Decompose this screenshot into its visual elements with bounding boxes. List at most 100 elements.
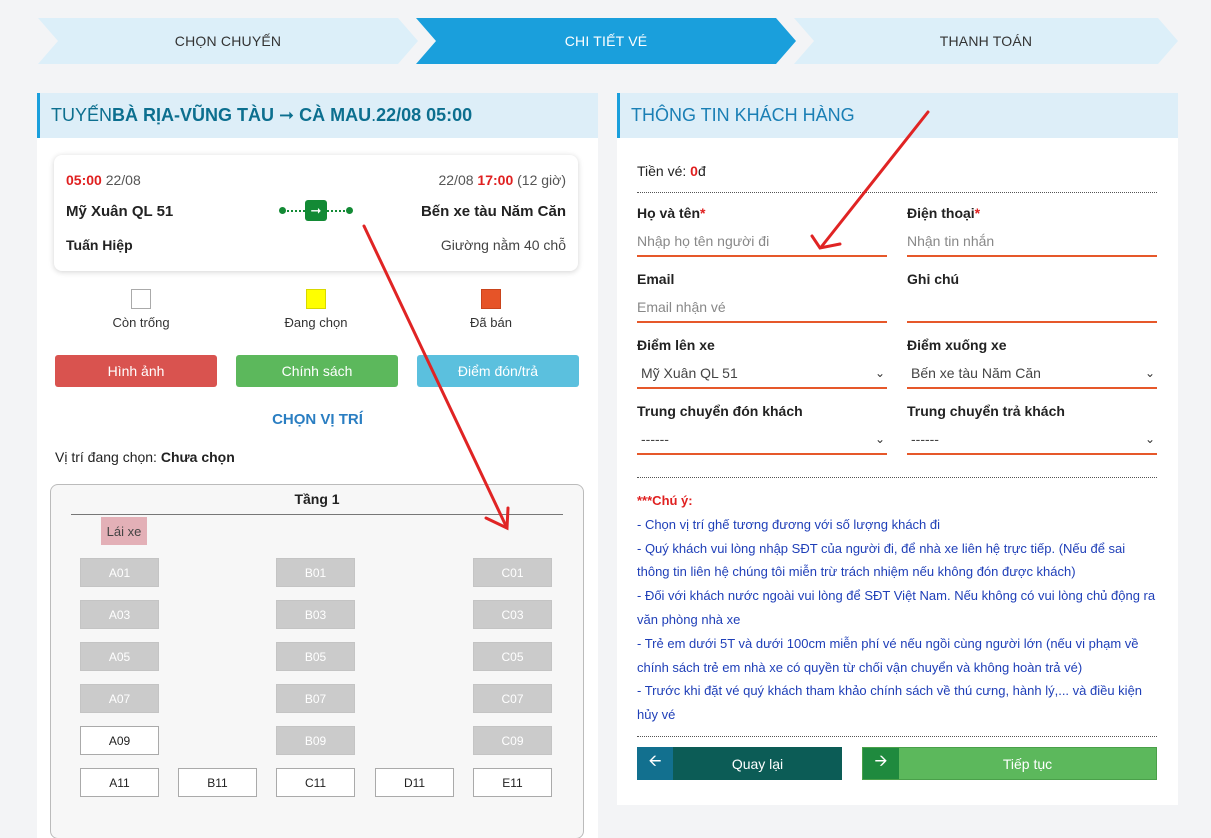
divider — [637, 736, 1157, 737]
route-header: TUYẾN BÀ RỊA-VŨNG TÀU ➞ CÀ MAU. 22/08 05… — [37, 93, 598, 138]
dropoff-point-field: Điểm xuống xe Bến xe tàu Năm Căn ⌄ — [907, 337, 1157, 389]
trip-panel: TUYẾN BÀ RỊA-VŨNG TÀU ➞ CÀ MAU. 22/08 05… — [37, 93, 598, 838]
step-payment[interactable]: THANH TOÁN — [794, 18, 1178, 64]
note-field: Ghi chú — [907, 271, 1157, 323]
note-label: Ghi chú — [907, 271, 960, 287]
trip-card: 05:00 22/08 22/08 17:00 (12 giờ) Mỹ Xuân… — [54, 155, 578, 271]
selected-position: Vị trí đang chọn: Chưa chọn — [55, 449, 235, 465]
dropoff-select[interactable]: Bến xe tàu Năm Căn ⌄ — [907, 359, 1157, 389]
email-label: Email — [637, 271, 675, 287]
route-datetime: 22/08 05:00 — [376, 105, 473, 125]
shuttle-pickup-field: Trung chuyển đón khách ------ ⌄ — [637, 403, 887, 455]
shuttle-dropoff-select[interactable]: ------ ⌄ — [907, 425, 1157, 455]
shuttle-dropoff-field: Trung chuyển trả khách ------ ⌄ — [907, 403, 1157, 455]
trip-duration: (12 giờ) — [517, 172, 566, 188]
divider — [71, 514, 563, 515]
chevron-down-icon: ⌄ — [1144, 366, 1155, 380]
seat-c09: C09 — [473, 726, 552, 755]
shuttle-pickup-select[interactable]: ------ ⌄ — [637, 425, 887, 455]
depart-time: 05:00 — [66, 172, 102, 188]
destination: Bến xe tàu Năm Căn — [420, 202, 566, 220]
seat-a11[interactable]: A11 — [80, 768, 159, 797]
seat-c11[interactable]: C11 — [276, 768, 355, 797]
divider — [637, 477, 1157, 478]
seat-b09: B09 — [276, 726, 355, 755]
name-input[interactable]: Nhập họ tên người đi — [637, 227, 887, 257]
continue-button[interactable]: 🡪 Tiếp tục — [862, 747, 1157, 780]
seat-c05: C05 — [473, 642, 552, 671]
route-icon: ➞ — [279, 199, 353, 223]
arrive-date: 22/08 — [438, 172, 474, 188]
selecting-swatch — [306, 289, 326, 309]
policy-button[interactable]: Chính sách — [236, 355, 398, 387]
divider — [637, 192, 1157, 193]
price-value: 0 — [690, 163, 698, 179]
chevron-down-icon: ⌄ — [1144, 432, 1155, 446]
choose-position-heading: CHỌN VỊ TRÍ — [272, 411, 363, 428]
boarding-label: Điểm lên xe — [637, 337, 715, 353]
selected-position-value: Chưa chọn — [160, 449, 235, 465]
shuttle-pickup-label: Trung chuyển đón khách — [637, 403, 803, 419]
seat-b11[interactable]: B11 — [178, 768, 257, 797]
legend-available: Còn trống — [81, 289, 201, 330]
sold-swatch — [481, 289, 501, 309]
route-name: BÀ RỊA-VŨNG TÀU ➞ CÀ MAU — [112, 105, 372, 125]
notice-box: ***Chú ý: - Chọn vị trí ghế tương đương … — [637, 489, 1159, 727]
seat-map: Tầng 1 Lái xe A01 B01 C01 A03 B03 C03 A0… — [50, 484, 584, 838]
operator: Tuấn Hiệp — [66, 237, 133, 253]
seat-a05: A05 — [80, 642, 159, 671]
phone-field: Điện thoại* Nhận tin nhắn — [907, 205, 1157, 257]
seat-c01: C01 — [473, 558, 552, 587]
images-button[interactable]: Hình ảnh — [55, 355, 217, 387]
seat-a09[interactable]: A09 — [80, 726, 159, 755]
phone-label: Điện thoại — [907, 205, 975, 221]
arrive-time: 17:00 — [477, 172, 514, 188]
notice-line: - Đối với khách nước ngoài vui lòng để S… — [637, 588, 1156, 627]
floor-title: Tầng 1 — [294, 491, 340, 507]
chevron-down-icon: ⌄ — [874, 432, 885, 446]
step-ticket-details[interactable]: CHI TIẾT VÉ — [416, 18, 796, 64]
ticket-price: Tiền vé: 0đ — [637, 163, 706, 179]
seat-b07: B07 — [276, 684, 355, 713]
seat-legend: Còn trống Đang chọn Đã bán — [37, 289, 598, 333]
arrow-right-icon: 🡪 — [863, 748, 899, 779]
name-label: Họ và tên — [637, 205, 701, 221]
seat-a03: A03 — [80, 600, 159, 629]
origin: Mỹ Xuân QL 51 — [66, 202, 174, 220]
email-field: Email Email nhận vé — [637, 271, 887, 323]
seat-a07: A07 — [80, 684, 159, 713]
legend-selecting: Đang chọn — [256, 289, 376, 330]
seat-d11[interactable]: D11 — [375, 768, 454, 797]
boarding-select[interactable]: Mỹ Xuân QL 51 ⌄ — [637, 359, 887, 389]
pickup-dropoff-button[interactable]: Điểm đón/trả — [417, 355, 579, 387]
seat-b03: B03 — [276, 600, 355, 629]
phone-input[interactable]: Nhận tin nhắn — [907, 227, 1157, 257]
arrow-left-icon: 🡨 — [637, 747, 673, 780]
available-swatch — [131, 289, 151, 309]
note-input[interactable] — [907, 293, 1157, 323]
dropoff-label: Điểm xuống xe — [907, 337, 1007, 353]
customer-panel: THÔNG TIN KHÁCH HÀNG Tiền vé: 0đ Họ và t… — [617, 93, 1178, 805]
driver-seat: Lái xe — [101, 517, 147, 545]
seat-b05: B05 — [276, 642, 355, 671]
name-field: Họ và tên* Nhập họ tên người đi — [637, 205, 887, 257]
notice-line: - Trẻ em dưới 5T và dưới 100cm miễn phí … — [637, 635, 1139, 675]
customer-header: THÔNG TIN KHÁCH HÀNG — [617, 93, 1178, 138]
arrow-right-icon: ➞ — [305, 200, 327, 221]
seat-e11[interactable]: E11 — [473, 768, 552, 797]
legend-sold: Đã bán — [431, 289, 551, 330]
back-button[interactable]: 🡨 Quay lại — [637, 747, 842, 780]
seat-a01: A01 — [80, 558, 159, 587]
email-input[interactable]: Email nhận vé — [637, 293, 887, 323]
chevron-down-icon: ⌄ — [874, 366, 885, 380]
seat-c03: C03 — [473, 600, 552, 629]
boarding-point-field: Điểm lên xe Mỹ Xuân QL 51 ⌄ — [637, 337, 887, 389]
notice-line: - Trước khi đặt vé quý khách tham khảo c… — [637, 683, 1143, 723]
notice-line: - Quý khách vui lòng nhập SĐT của người … — [637, 540, 1126, 580]
step-choose-trip[interactable]: CHỌN CHUYẾN — [38, 18, 418, 64]
seat-c07: C07 — [473, 684, 552, 713]
depart-date: 22/08 — [105, 172, 141, 188]
notice-line: - Chọn vị trí ghế tương đương với số lượ… — [637, 516, 941, 532]
vehicle-type: Giường nằm 40 chỗ — [440, 237, 566, 253]
route-prefix: TUYẾN — [51, 105, 113, 125]
